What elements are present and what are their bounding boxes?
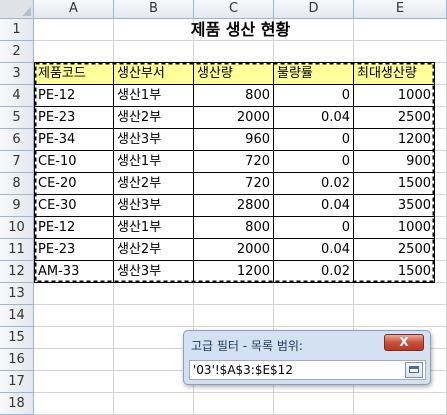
list-range-value: '03'!$A$3:$E$12 bbox=[193, 363, 293, 377]
close-button[interactable]: X bbox=[384, 334, 424, 351]
spreadsheet: A B C D E 1 2 3 4 5 6 7 8 9 10 11 12 13 … bbox=[0, 0, 447, 415]
expand-dialog-button[interactable] bbox=[405, 362, 423, 378]
list-range-input[interactable]: '03'!$A$3:$E$12 bbox=[189, 360, 426, 380]
advanced-filter-dialog[interactable]: 고급 필터 - 목록 범위: X '03'!$A$3:$E$12 bbox=[183, 330, 431, 385]
dialog-title: 고급 필터 - 목록 범위: bbox=[191, 339, 303, 353]
expand-dialog-icon bbox=[409, 366, 419, 373]
